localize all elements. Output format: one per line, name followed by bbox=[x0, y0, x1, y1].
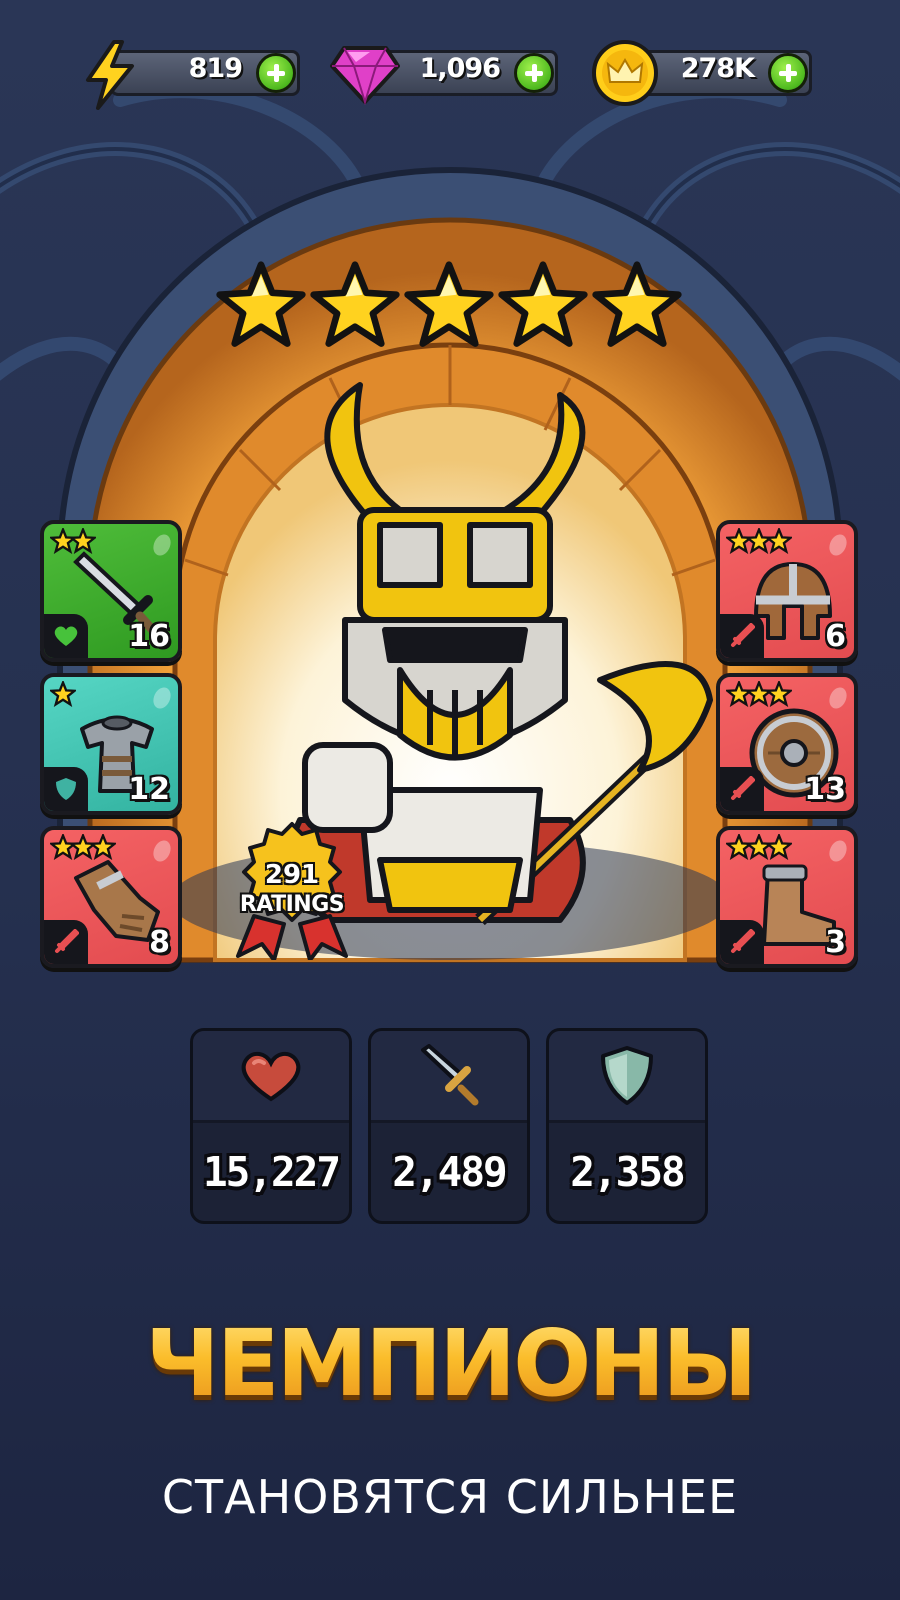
equip-slot-boots[interactable]: 3 bbox=[716, 826, 858, 968]
gold-value: 278K bbox=[680, 53, 755, 84]
equip-slot-gauntlet[interactable]: 8 bbox=[40, 826, 182, 968]
slot-type bbox=[44, 920, 88, 964]
item-level: 16 bbox=[128, 619, 170, 654]
ratings-label: RATINGS bbox=[239, 892, 345, 917]
equip-slot-armor[interactable]: 12 bbox=[40, 673, 182, 815]
gems-counter: 1,096 bbox=[330, 46, 558, 106]
promo-headline: ЧЕМПИОНЫ bbox=[0, 1310, 900, 1417]
slot-type bbox=[720, 767, 764, 811]
sword-icon bbox=[421, 1043, 479, 1105]
slot-type bbox=[720, 614, 764, 658]
add-energy-button[interactable] bbox=[256, 53, 296, 93]
shield-icon bbox=[56, 778, 76, 800]
ratings-badge[interactable]: 291 RATINGS bbox=[228, 820, 356, 962]
sword-icon bbox=[731, 623, 755, 647]
shield-icon bbox=[601, 1045, 653, 1105]
gold-counter: 278K bbox=[590, 40, 812, 106]
sword-icon bbox=[731, 929, 755, 953]
ratings-count: 291 bbox=[264, 860, 320, 890]
star-icon bbox=[310, 261, 400, 347]
slot-type bbox=[720, 920, 764, 964]
star-icon bbox=[592, 261, 682, 347]
stat-defense-value: 2,358 bbox=[570, 1148, 685, 1196]
add-gold-button[interactable] bbox=[768, 53, 808, 93]
equip-slot-helmet[interactable]: 6 bbox=[716, 520, 858, 662]
stat-attack-value: 2,489 bbox=[392, 1148, 507, 1196]
heart-icon bbox=[241, 1051, 301, 1101]
sword-icon bbox=[55, 929, 79, 953]
slot-type bbox=[44, 767, 88, 811]
item-level: 13 bbox=[804, 772, 846, 807]
heart-icon bbox=[54, 626, 78, 646]
promo-subline: СТАНОВЯТСЯ СИЛЬНЕЕ bbox=[161, 1470, 739, 1524]
stat-attack: 2,489 bbox=[368, 1028, 530, 1224]
item-level: 8 bbox=[149, 925, 170, 960]
lightning-icon bbox=[86, 40, 134, 110]
item-level: 6 bbox=[825, 619, 846, 654]
sword-icon bbox=[731, 776, 755, 800]
add-gems-button[interactable] bbox=[514, 53, 554, 93]
star-icon bbox=[404, 261, 494, 347]
equip-slot-sword[interactable]: 16 bbox=[40, 520, 182, 662]
stat-defense: 2,358 bbox=[546, 1028, 708, 1224]
hero-star-rating bbox=[214, 250, 684, 370]
gem-icon bbox=[330, 46, 400, 106]
item-level: 3 bbox=[825, 925, 846, 960]
stat-health: 15,227 bbox=[190, 1028, 352, 1224]
star-icon bbox=[216, 261, 306, 347]
slot-type bbox=[44, 614, 88, 658]
item-level: 12 bbox=[128, 772, 170, 807]
gems-value: 1,096 bbox=[419, 53, 501, 84]
energy-counter: 819 bbox=[80, 40, 300, 110]
ribbon-rosette-icon bbox=[236, 822, 348, 962]
energy-value: 819 bbox=[188, 53, 243, 84]
star-icon bbox=[498, 261, 588, 347]
equip-slot-shield[interactable]: 13 bbox=[716, 673, 858, 815]
crown-coin-icon bbox=[592, 40, 658, 106]
stat-health-value: 15,227 bbox=[202, 1148, 341, 1196]
